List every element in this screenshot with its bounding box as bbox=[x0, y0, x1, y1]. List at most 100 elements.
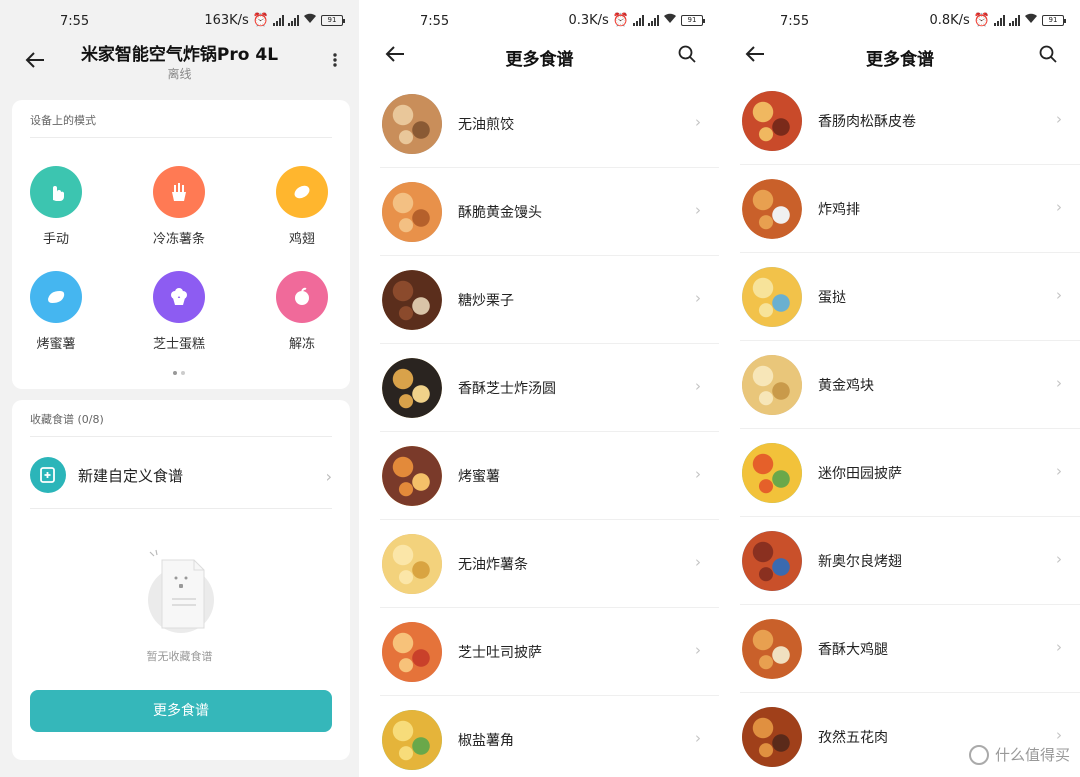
recipe-thumbnail bbox=[382, 358, 442, 418]
modes-card-title: 设备上的模式 bbox=[30, 114, 96, 127]
status-icons: 163K/s ⏰ 91 bbox=[204, 13, 345, 28]
divider bbox=[30, 137, 332, 138]
watermark-text: 什么值得买 bbox=[994, 746, 1070, 764]
status-icons: 0.8K/s ⏰ 91 bbox=[929, 13, 1066, 28]
recipe-item[interactable]: 无油炸薯条 › bbox=[360, 520, 719, 608]
mode-label: 解冻 bbox=[288, 337, 315, 352]
fries-icon bbox=[153, 166, 205, 218]
recipe-item[interactable]: 无油煎饺 › bbox=[360, 80, 719, 168]
recipe-name: 无油煎饺 bbox=[458, 117, 514, 133]
chevron-right-icon: › bbox=[1056, 726, 1062, 744]
recipe-thumbnail bbox=[742, 355, 802, 415]
network-speed: 0.3K/s bbox=[568, 13, 609, 28]
search-icon[interactable] bbox=[677, 44, 697, 64]
recipe-thumbnail bbox=[742, 619, 802, 679]
chevron-right-icon: › bbox=[1056, 286, 1062, 304]
mode-thaw[interactable]: 解冻 bbox=[262, 271, 342, 352]
wifi-icon bbox=[1024, 13, 1038, 28]
recipe-thumbnail bbox=[742, 179, 802, 239]
recipe-name: 烤蜜薯 bbox=[458, 469, 500, 485]
recipe-item[interactable]: 酥脆黄金馒头 › bbox=[360, 168, 719, 256]
recipe-thumbnail bbox=[382, 182, 442, 242]
recipe-name: 酥脆黄金馒头 bbox=[458, 205, 542, 221]
mode-manual[interactable]: 手动 bbox=[16, 166, 96, 247]
recipe-name: 新奥尔良烤翅 bbox=[818, 554, 902, 570]
recipe-thumbnail bbox=[382, 270, 442, 330]
status-time: 7:55 bbox=[420, 14, 450, 29]
mode-chicken-wings[interactable]: 鸡翅 bbox=[262, 166, 342, 247]
recipe-item[interactable]: 烤蜜薯 › bbox=[360, 432, 719, 520]
recipe-item[interactable]: 香酥大鸡腿 › bbox=[720, 605, 1080, 693]
mode-frozen-fries[interactable]: 冷冻薯条 bbox=[139, 166, 219, 247]
recipe-thumbnail bbox=[742, 707, 802, 767]
status-bar: 7:55 163K/s ⏰ 91 bbox=[0, 0, 359, 40]
more-menu-icon[interactable] bbox=[331, 50, 339, 70]
recipe-thumbnail bbox=[382, 710, 442, 770]
recipe-item[interactable]: 迷你田园披萨 › bbox=[720, 429, 1080, 517]
recipe-name: 香肠肉松酥皮卷 bbox=[818, 114, 916, 130]
battery-icon: 91 bbox=[681, 15, 705, 26]
watermark-logo-icon bbox=[968, 744, 989, 765]
recipe-name: 香酥芝士炸汤圆 bbox=[458, 381, 556, 397]
alarm-icon: ⏰ bbox=[252, 13, 269, 28]
alarm-icon: ⏰ bbox=[612, 13, 629, 28]
mode-cheesecake[interactable]: 芝士蛋糕 bbox=[139, 271, 219, 352]
mode-label: 手动 bbox=[42, 232, 69, 247]
mode-sweet-potato[interactable]: 烤蜜薯 bbox=[16, 271, 96, 352]
recipe-item[interactable]: 香酥芝士炸汤圆 › bbox=[360, 344, 719, 432]
recipe-name: 迷你田园披萨 bbox=[818, 466, 902, 482]
hand-pointer-icon bbox=[30, 166, 82, 218]
recipe-thumbnail bbox=[742, 443, 802, 503]
recipe-item[interactable]: 糖炒栗子 › bbox=[360, 256, 719, 344]
empty-document-icon bbox=[146, 548, 216, 638]
signal-icon bbox=[1009, 15, 1020, 26]
device-screen: 7:55 163K/s ⏰ 91 米家智能空气炸锅Pro 4L 离线 设备上的模… bbox=[0, 0, 359, 777]
page-indicator bbox=[173, 371, 185, 375]
recipe-item[interactable]: 新奥尔良烤翅 › bbox=[720, 517, 1080, 605]
more-recipes-button[interactable]: 更多食谱 bbox=[30, 690, 332, 732]
watermark: 什么值得买 bbox=[968, 744, 1070, 765]
chevron-right-icon: › bbox=[695, 465, 701, 483]
device-title: 米家智能空气炸锅Pro 4L bbox=[80, 45, 279, 65]
status-icons: 0.3K/s ⏰ 91 bbox=[568, 13, 705, 28]
wifi-icon bbox=[303, 13, 317, 28]
recipe-item[interactable]: 炸鸡排 › bbox=[720, 165, 1080, 253]
network-speed: 0.8K/s bbox=[929, 13, 970, 28]
recipe-item[interactable]: 芝士吐司披萨 › bbox=[360, 608, 719, 696]
divider bbox=[30, 508, 332, 509]
chevron-right-icon: › bbox=[1056, 550, 1062, 568]
recipes-header: 更多食谱 bbox=[720, 38, 1080, 78]
recipe-name: 黄金鸡块 bbox=[818, 378, 874, 394]
search-icon[interactable] bbox=[1038, 44, 1058, 64]
mode-label: 鸡翅 bbox=[288, 232, 315, 247]
device-status: 离线 bbox=[167, 67, 192, 81]
favorites-title: 收藏食谱 (0/8) bbox=[30, 413, 104, 426]
recipe-name: 糖炒栗子 bbox=[458, 293, 514, 309]
recipes-screen-1: 7:55 0.3K/s ⏰ 91 更多食谱 无油煎饺 › 酥脆黄金馒头 › 糖炒栗子 › 香… bbox=[360, 0, 719, 777]
recipe-item[interactable]: 椒盐薯角 › bbox=[360, 696, 719, 777]
signal-icon bbox=[273, 15, 284, 26]
chevron-right-icon: › bbox=[695, 641, 701, 659]
add-recipe-icon bbox=[30, 457, 66, 493]
recipe-item[interactable]: 蛋挞 › bbox=[720, 253, 1080, 341]
network-speed: 163K/s bbox=[204, 13, 249, 28]
recipes-screen-2: 7:55 0.8K/s ⏰ 91 更多食谱 香肠肉松酥皮卷 › 炸鸡排 › 蛋挞 › 黄金鸡… bbox=[720, 0, 1080, 777]
recipe-thumbnail bbox=[382, 534, 442, 594]
chevron-right-icon: › bbox=[1056, 638, 1062, 656]
alarm-icon: ⏰ bbox=[973, 13, 990, 28]
device-header: 米家智能空气炸锅Pro 4L 离线 bbox=[0, 40, 359, 81]
status-time: 7:55 bbox=[60, 14, 90, 29]
new-custom-recipe-label: 新建自定义食谱 bbox=[78, 467, 184, 485]
mode-label: 冷冻薯条 bbox=[152, 232, 205, 247]
recipes-header: 更多食谱 bbox=[360, 38, 719, 78]
wifi-icon bbox=[663, 13, 677, 28]
battery-icon: 91 bbox=[321, 15, 345, 26]
recipe-item[interactable]: 黄金鸡块 › bbox=[720, 341, 1080, 429]
new-custom-recipe-row[interactable]: 新建自定义食谱 › bbox=[12, 455, 350, 495]
thaw-icon bbox=[276, 271, 328, 323]
battery-icon: 91 bbox=[1042, 15, 1066, 26]
recipe-item[interactable]: 香肠肉松酥皮卷 › bbox=[720, 77, 1080, 165]
chevron-right-icon: › bbox=[1056, 198, 1062, 216]
sweet-potato-icon bbox=[30, 271, 82, 323]
divider bbox=[30, 436, 332, 437]
